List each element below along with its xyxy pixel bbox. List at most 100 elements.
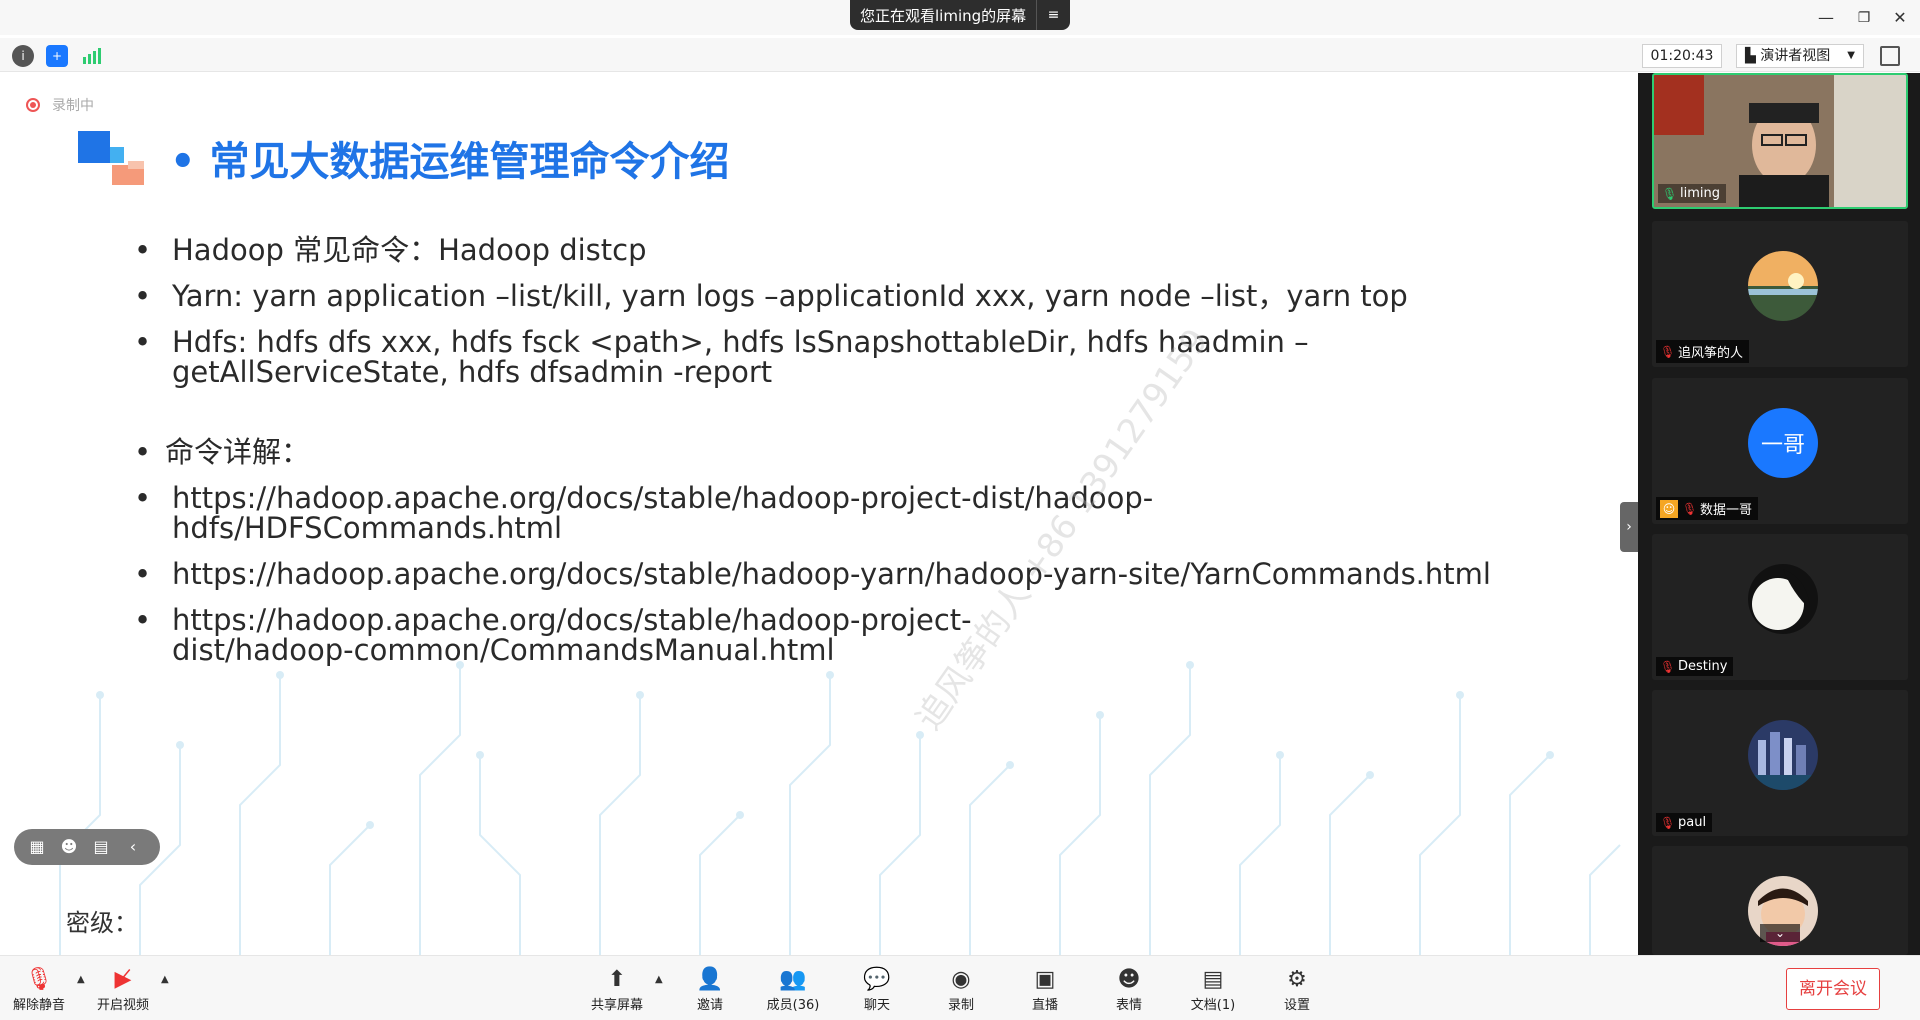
participant-name-tag: 🎙 liming <box>1658 184 1726 203</box>
emoji-icon: ☻ <box>1117 967 1141 992</box>
record-button[interactable]: ◉ 录制 <box>926 966 996 1013</box>
leave-meeting-button[interactable]: 离开会议 <box>1786 968 1880 1010</box>
title-bar: 您正在观看liming的屏幕 ≡ — ❐ ✕ <box>0 0 1920 35</box>
shield-icon[interactable]: + <box>46 45 68 67</box>
emoji-icon[interactable]: ☻ <box>58 837 80 857</box>
live-label: 直播 <box>1031 998 1058 1013</box>
fullscreen-icon[interactable] <box>1880 46 1900 66</box>
bullet-list: Hadoop 常见命令：Hadoop distcp Yarn: yarn app… <box>130 235 1530 681</box>
live-button[interactable]: ▣ 直播 <box>1010 966 1080 1013</box>
record-label: 录制 <box>947 998 974 1013</box>
unmute-label: 解除静音 <box>12 998 65 1013</box>
settings-label: 设置 <box>1283 998 1310 1013</box>
slide-title: • 常见大数据运维管理命令介绍 <box>170 139 730 185</box>
layout-icon[interactable]: ▦ <box>26 837 48 857</box>
secret-level-label: 密级： <box>66 909 138 937</box>
participant-name: 追风筝的人 <box>1678 346 1744 361</box>
start-video-button[interactable]: ▶̸ 开启视频 <box>88 966 158 1013</box>
start-video-label: 开启视频 <box>96 998 149 1013</box>
mic-on-icon: 🎙 <box>1662 186 1678 201</box>
recording-label: 录制中 <box>52 98 94 114</box>
mic-muted-icon: 🎙 <box>25 967 53 992</box>
bullet-item: 命令详解： <box>130 437 1530 467</box>
view-mode-dropdown[interactable]: ▙ 演讲者视图 ▼ <box>1736 44 1864 68</box>
docs-label: 文档(1) <box>1190 998 1236 1013</box>
avatar: 一哥 <box>1748 408 1818 478</box>
participant-tile[interactable]: 🎙 Destiny <box>1652 534 1908 680</box>
circuit-background <box>59 661 1621 955</box>
members-icon: 👥 <box>779 967 807 992</box>
host-icon: ☺ <box>1660 499 1678 518</box>
chat-label: 聊天 <box>863 998 890 1013</box>
invite-label: 邀请 <box>696 998 723 1013</box>
meeting-control-bar: 🎙 解除静音 ▲ ▶̸ 开启视频 ▲ ⬆ 共享屏幕 ▲ 👤 邀请 👥 成员(36… <box>0 955 1920 1020</box>
participant-tile[interactable]: 🎙 追风筝的人 <box>1652 221 1908 367</box>
video-options-caret-icon[interactable]: ▲ <box>161 974 169 985</box>
participant-tile[interactable]: 🎙 liming <box>1652 73 1908 209</box>
settings-button[interactable]: ⚙ 设置 <box>1262 966 1332 1013</box>
participant-name-tag: 🎙 Destiny <box>1656 657 1734 676</box>
share-screen-button[interactable]: ⬆ 共享屏幕 <box>582 966 652 1013</box>
close-button[interactable]: ✕ <box>1888 6 1912 30</box>
share-screen-icon: ⬆ <box>607 967 627 992</box>
info-icon[interactable]: i <box>12 45 34 67</box>
video-off-icon: ▶̸ <box>114 967 132 992</box>
members-label: 成员(36) <box>766 998 820 1013</box>
bullet-link: https://hadoop.apache.org/docs/stable/ha… <box>130 483 1530 543</box>
docs-button[interactable]: ▤ 文档(1) <box>1178 966 1248 1013</box>
participant-name-tag: 🎙 追风筝的人 <box>1656 340 1750 363</box>
meeting-timer: 01:20:43 <box>1642 44 1722 68</box>
slide-logo <box>78 131 144 185</box>
chat-icon: 💬 <box>863 967 891 992</box>
minimize-button[interactable]: — <box>1814 6 1838 30</box>
chat-bubble-icon[interactable]: ▤ <box>90 837 112 857</box>
chevron-left-icon[interactable]: ‹ <box>122 837 144 857</box>
collapse-sidebar-button[interactable]: › <box>1620 502 1638 552</box>
restore-button[interactable]: ❐ <box>1852 6 1876 30</box>
mic-muted-icon: 🎙 <box>1660 659 1676 674</box>
signal-icon[interactable] <box>80 45 102 67</box>
participant-tile[interactable]: 🎙 paul <box>1652 690 1908 836</box>
participant-tile[interactable]: 一哥 ☺ 🎙 数据一哥 <box>1652 378 1908 524</box>
mic-muted-icon: 🎙 <box>1682 501 1698 516</box>
participant-name: 数据一哥 <box>1700 503 1753 518</box>
members-button[interactable]: 👥 成员(36) <box>758 966 828 1013</box>
bullet-item: Yarn: yarn application –list/kill, yarn … <box>130 281 1530 311</box>
invite-button[interactable]: 👤 邀请 <box>675 966 745 1013</box>
chat-button[interactable]: 💬 聊天 <box>842 966 912 1013</box>
mic-muted-icon: 🎙 <box>1660 815 1676 830</box>
share-banner-text: 您正在观看liming的屏幕 <box>860 6 1027 25</box>
view-mode-icon: ▙ <box>1745 48 1761 64</box>
participant-name: liming <box>1680 186 1720 201</box>
recording-indicator: 录制中 <box>26 95 94 115</box>
participant-name-tag: 🎙 paul <box>1656 813 1713 832</box>
chevron-down-icon: ▼ <box>1847 50 1855 61</box>
bullet-item: Hdfs: hdfs dfs xxx, hdfs fsck <path>, hd… <box>130 327 1530 387</box>
participant-name: Destiny <box>1678 659 1728 674</box>
avatar <box>1748 564 1818 634</box>
shared-screen: 录制中 • 常见大数据运维管理命令介绍 Hadoop 常见命令：Hadoop d… <box>0 73 1638 955</box>
reactions-button[interactable]: ☻ 表情 <box>1094 966 1164 1013</box>
bullet-link: https://hadoop.apache.org/docs/stable/ha… <box>130 559 1530 589</box>
avatar <box>1748 720 1818 790</box>
scroll-down-icon[interactable]: ⌄ <box>1760 924 1800 942</box>
view-mode-label: 演讲者视图 <box>1760 48 1831 64</box>
share-screen-label: 共享屏幕 <box>590 998 643 1013</box>
gear-icon: ⚙ <box>1287 967 1307 992</box>
document-icon: ▤ <box>1202 967 1224 992</box>
mic-muted-icon: 🎙 <box>1660 344 1676 359</box>
record-dot-icon <box>26 98 40 112</box>
meeting-toolbar: i + 01:20:43 ▙ 演讲者视图 ▼ <box>0 38 1920 72</box>
record-icon: ◉ <box>951 967 971 992</box>
unmute-button[interactable]: 🎙 解除静音 <box>4 966 74 1013</box>
participant-name: paul <box>1678 815 1707 830</box>
share-options-caret-icon[interactable]: ▲ <box>655 974 663 985</box>
participant-tile[interactable]: ⌄ <box>1652 846 1908 955</box>
bullet-item: Hadoop 常见命令：Hadoop distcp <box>130 235 1530 265</box>
audio-options-caret-icon[interactable]: ▲ <box>77 974 85 985</box>
floating-annotation-toolbar: ▦ ☻ ▤ ‹ <box>14 829 160 865</box>
banner-menu-icon[interactable]: ≡ <box>1036 0 1070 30</box>
live-icon: ▣ <box>1034 967 1056 992</box>
participant-name-tag: ☺ 🎙 数据一哥 <box>1656 497 1759 520</box>
reactions-label: 表情 <box>1115 998 1142 1013</box>
